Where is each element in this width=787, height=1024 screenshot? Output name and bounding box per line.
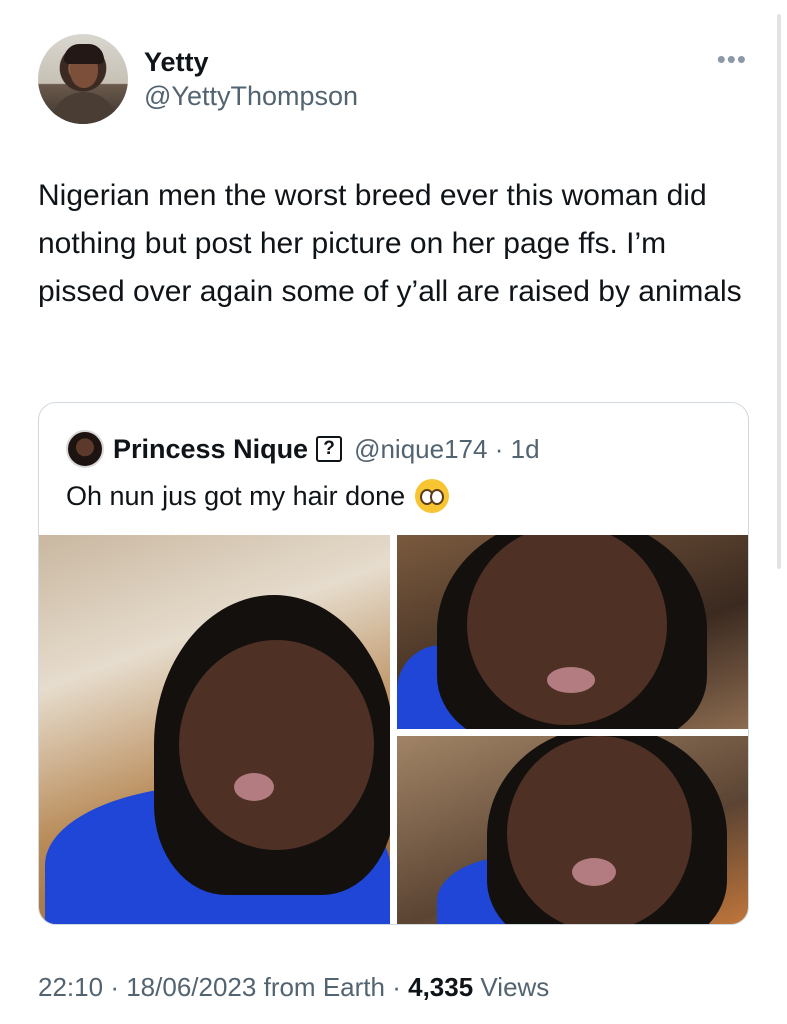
separator-dot: ·	[494, 433, 504, 464]
tweet-source: from Earth	[263, 972, 385, 1002]
quoted-tweet-age[interactable]: 1d	[511, 434, 540, 464]
views-label: Views	[480, 972, 550, 1002]
quoted-tweet-media	[39, 535, 748, 924]
tweet-time[interactable]: 22:10	[38, 972, 103, 1002]
quoted-author-display-name[interactable]: Princess Nique	[113, 434, 308, 465]
author-names: Yetty @YettyThompson	[144, 45, 358, 113]
scrollbar[interactable]	[777, 14, 781, 569]
quoted-tweet[interactable]: Princess Nique ? @nique174 · 1d Oh nun j…	[38, 402, 749, 925]
quoted-author-handle[interactable]: @nique174	[354, 434, 487, 464]
unknown-badge-icon: ?	[316, 436, 343, 462]
views-count: 4,335	[408, 972, 474, 1002]
tweet-text: Nigerian men the worst breed ever this w…	[38, 179, 742, 308]
tweet-metadata: 22:10 · 18/06/2023 from Earth · 4,335 Vi…	[38, 972, 549, 1003]
quoted-author-handle-line: @nique174 · 1d	[354, 434, 539, 465]
quoted-tweet-text-line: Oh nun jus got my hair done	[66, 479, 450, 513]
pleading-face-emoji-icon	[415, 479, 450, 513]
media-photo[interactable]	[397, 535, 748, 729]
quoted-author-avatar[interactable]	[66, 430, 104, 468]
tweet-author[interactable]: Yetty @YettyThompson	[38, 34, 358, 124]
quoted-tweet-text: Oh nun jus got my hair done	[66, 480, 406, 511]
media-photo[interactable]	[39, 535, 390, 924]
author-display-name[interactable]: Yetty	[144, 45, 358, 79]
author-avatar[interactable]	[38, 34, 128, 124]
tweet-date[interactable]: 18/06/2023	[126, 972, 256, 1002]
media-photo[interactable]	[397, 736, 748, 924]
author-handle[interactable]: @YettyThompson	[144, 79, 358, 113]
quoted-tweet-header: Princess Nique ? @nique174 · 1d	[66, 429, 540, 469]
separator-dot: ·	[392, 972, 401, 1002]
separator-dot: ·	[110, 972, 119, 1002]
more-horizontal-icon[interactable]: •••	[717, 44, 747, 75]
